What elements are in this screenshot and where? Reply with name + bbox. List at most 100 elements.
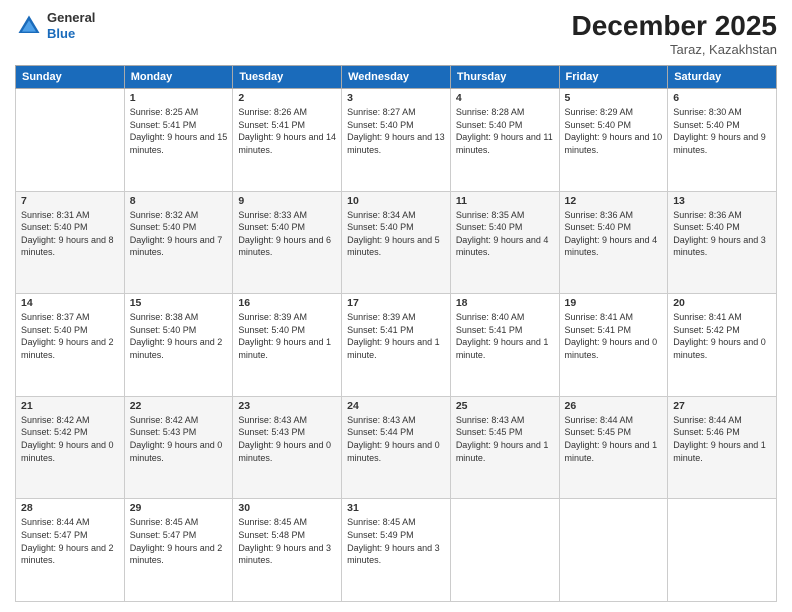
calendar-cell: 5 Sunrise: 8:29 AMSunset: 5:40 PMDaylight… [559, 89, 668, 192]
day-info: Sunrise: 8:45 AMSunset: 5:47 PMDaylight:… [130, 516, 228, 566]
calendar-cell: 22 Sunrise: 8:42 AMSunset: 5:43 PMDayligh… [124, 396, 233, 499]
day-number: 20 [673, 297, 771, 309]
header: General Blue December 2025 Taraz, Kazakh… [15, 10, 777, 57]
calendar-cell: 18 Sunrise: 8:40 AMSunset: 5:41 PMDayligh… [450, 294, 559, 397]
calendar-cell [450, 499, 559, 602]
month-title: December 2025 [572, 10, 777, 42]
day-number: 6 [673, 92, 771, 104]
logo-blue: Blue [47, 26, 75, 41]
day-number: 19 [565, 297, 663, 309]
week-row-4: 28Sunrise: 8:44 AMSunset: 5:47 PMDayligh… [16, 499, 777, 602]
calendar-cell: 2 Sunrise: 8:26 AMSunset: 5:41 PMDaylight… [233, 89, 342, 192]
day-number: 22 [130, 400, 228, 412]
day-number: 2 [238, 92, 336, 104]
day-number: 16 [238, 297, 336, 309]
day-number: 11 [456, 195, 554, 207]
day-number: 18 [456, 297, 554, 309]
calendar-cell [668, 499, 777, 602]
logo: General Blue [15, 10, 95, 41]
day-number: 30 [238, 502, 336, 514]
day-info: Sunrise: 8:43 AMSunset: 5:45 PMDaylight:… [456, 414, 554, 464]
day-info: Sunrise: 8:37 AMSunset: 5:40 PMDaylight:… [21, 311, 119, 361]
logo-icon [15, 12, 43, 40]
calendar-cell: 17 Sunrise: 8:39 AMSunset: 5:41 PMDayligh… [342, 294, 451, 397]
day-number: 4 [456, 92, 554, 104]
col-header-wednesday: Wednesday [342, 66, 451, 89]
day-number: 17 [347, 297, 445, 309]
col-header-saturday: Saturday [668, 66, 777, 89]
calendar-cell: 30 Sunrise: 8:45 AMSunset: 5:48 PMDayligh… [233, 499, 342, 602]
calendar-cell [16, 89, 125, 192]
day-info: Sunrise: 8:34 AMSunset: 5:40 PMDaylight:… [347, 209, 445, 259]
day-info: Sunrise: 8:30 AMSunset: 5:40 PMDaylight:… [673, 106, 771, 156]
calendar-cell: 20 Sunrise: 8:41 AMSunset: 5:42 PMDayligh… [668, 294, 777, 397]
page: General Blue December 2025 Taraz, Kazakh… [0, 0, 792, 612]
day-info: Sunrise: 8:33 AMSunset: 5:40 PMDaylight:… [238, 209, 336, 259]
calendar-cell: 31 Sunrise: 8:45 AMSunset: 5:49 PMDayligh… [342, 499, 451, 602]
day-info: Sunrise: 8:39 AMSunset: 5:41 PMDaylight:… [347, 311, 445, 361]
calendar-cell: 6 Sunrise: 8:30 AMSunset: 5:40 PMDaylight… [668, 89, 777, 192]
day-number: 13 [673, 195, 771, 207]
day-info: Sunrise: 8:45 AMSunset: 5:49 PMDaylight:… [347, 516, 445, 566]
calendar-cell: 10 Sunrise: 8:34 AMSunset: 5:40 PMDayligh… [342, 191, 451, 294]
day-info: Sunrise: 8:32 AMSunset: 5:40 PMDaylight:… [130, 209, 228, 259]
day-number: 5 [565, 92, 663, 104]
day-number: 27 [673, 400, 771, 412]
week-row-0: 1 Sunrise: 8:25 AMSunset: 5:41 PMDaylight… [16, 89, 777, 192]
day-number: 25 [456, 400, 554, 412]
day-info: Sunrise: 8:28 AMSunset: 5:40 PMDaylight:… [456, 106, 554, 156]
col-header-tuesday: Tuesday [233, 66, 342, 89]
day-info: Sunrise: 8:36 AMSunset: 5:40 PMDaylight:… [673, 209, 771, 259]
day-info: Sunrise: 8:26 AMSunset: 5:41 PMDaylight:… [238, 106, 336, 156]
calendar-cell: 11 Sunrise: 8:35 AMSunset: 5:40 PMDayligh… [450, 191, 559, 294]
day-number: 21 [21, 400, 119, 412]
day-info: Sunrise: 8:29 AMSunset: 5:40 PMDaylight:… [565, 106, 663, 156]
day-info: Sunrise: 8:40 AMSunset: 5:41 PMDaylight:… [456, 311, 554, 361]
calendar-cell: 4 Sunrise: 8:28 AMSunset: 5:40 PMDaylight… [450, 89, 559, 192]
day-number: 28 [21, 502, 119, 514]
day-number: 1 [130, 92, 228, 104]
calendar-table: SundayMondayTuesdayWednesdayThursdayFrid… [15, 65, 777, 602]
calendar-cell: 29 Sunrise: 8:45 AMSunset: 5:47 PMDayligh… [124, 499, 233, 602]
day-info: Sunrise: 8:42 AMSunset: 5:43 PMDaylight:… [130, 414, 228, 464]
day-info: Sunrise: 8:43 AMSunset: 5:43 PMDaylight:… [238, 414, 336, 464]
calendar-cell: 21Sunrise: 8:42 AMSunset: 5:42 PMDayligh… [16, 396, 125, 499]
day-info: Sunrise: 8:43 AMSunset: 5:44 PMDaylight:… [347, 414, 445, 464]
day-info: Sunrise: 8:44 AMSunset: 5:45 PMDaylight:… [565, 414, 663, 464]
calendar-cell: 25 Sunrise: 8:43 AMSunset: 5:45 PMDayligh… [450, 396, 559, 499]
day-number: 23 [238, 400, 336, 412]
calendar-cell: 7 Sunrise: 8:31 AMSunset: 5:40 PMDaylight… [16, 191, 125, 294]
calendar-cell: 12Sunrise: 8:36 AMSunset: 5:40 PMDayligh… [559, 191, 668, 294]
day-number: 8 [130, 195, 228, 207]
day-info: Sunrise: 8:45 AMSunset: 5:48 PMDaylight:… [238, 516, 336, 566]
day-number: 12 [565, 195, 663, 207]
day-info: Sunrise: 8:41 AMSunset: 5:42 PMDaylight:… [673, 311, 771, 361]
header-row: SundayMondayTuesdayWednesdayThursdayFrid… [16, 66, 777, 89]
week-row-1: 7 Sunrise: 8:31 AMSunset: 5:40 PMDaylight… [16, 191, 777, 294]
day-number: 3 [347, 92, 445, 104]
calendar-cell: 16Sunrise: 8:39 AMSunset: 5:40 PMDayligh… [233, 294, 342, 397]
calendar-cell: 27Sunrise: 8:44 AMSunset: 5:46 PMDayligh… [668, 396, 777, 499]
calendar-cell: 14 Sunrise: 8:37 AMSunset: 5:40 PMDayligh… [16, 294, 125, 397]
calendar-cell: 3Sunrise: 8:27 AMSunset: 5:40 PMDaylight… [342, 89, 451, 192]
logo-general: General [47, 10, 95, 25]
day-number: 29 [130, 502, 228, 514]
day-number: 14 [21, 297, 119, 309]
day-info: Sunrise: 8:25 AMSunset: 5:41 PMDaylight:… [130, 106, 228, 156]
day-number: 9 [238, 195, 336, 207]
day-info: Sunrise: 8:38 AMSunset: 5:40 PMDaylight:… [130, 311, 228, 361]
day-info: Sunrise: 8:35 AMSunset: 5:40 PMDaylight:… [456, 209, 554, 259]
calendar-cell: 15Sunrise: 8:38 AMSunset: 5:40 PMDayligh… [124, 294, 233, 397]
col-header-sunday: Sunday [16, 66, 125, 89]
calendar-cell: 9 Sunrise: 8:33 AMSunset: 5:40 PMDaylight… [233, 191, 342, 294]
calendar-cell: 23 Sunrise: 8:43 AMSunset: 5:43 PMDayligh… [233, 396, 342, 499]
title-block: December 2025 Taraz, Kazakhstan [572, 10, 777, 57]
day-number: 31 [347, 502, 445, 514]
day-number: 10 [347, 195, 445, 207]
week-row-3: 21Sunrise: 8:42 AMSunset: 5:42 PMDayligh… [16, 396, 777, 499]
day-info: Sunrise: 8:31 AMSunset: 5:40 PMDaylight:… [21, 209, 119, 259]
week-row-2: 14 Sunrise: 8:37 AMSunset: 5:40 PMDayligh… [16, 294, 777, 397]
day-number: 7 [21, 195, 119, 207]
col-header-friday: Friday [559, 66, 668, 89]
calendar-cell: 24Sunrise: 8:43 AMSunset: 5:44 PMDayligh… [342, 396, 451, 499]
